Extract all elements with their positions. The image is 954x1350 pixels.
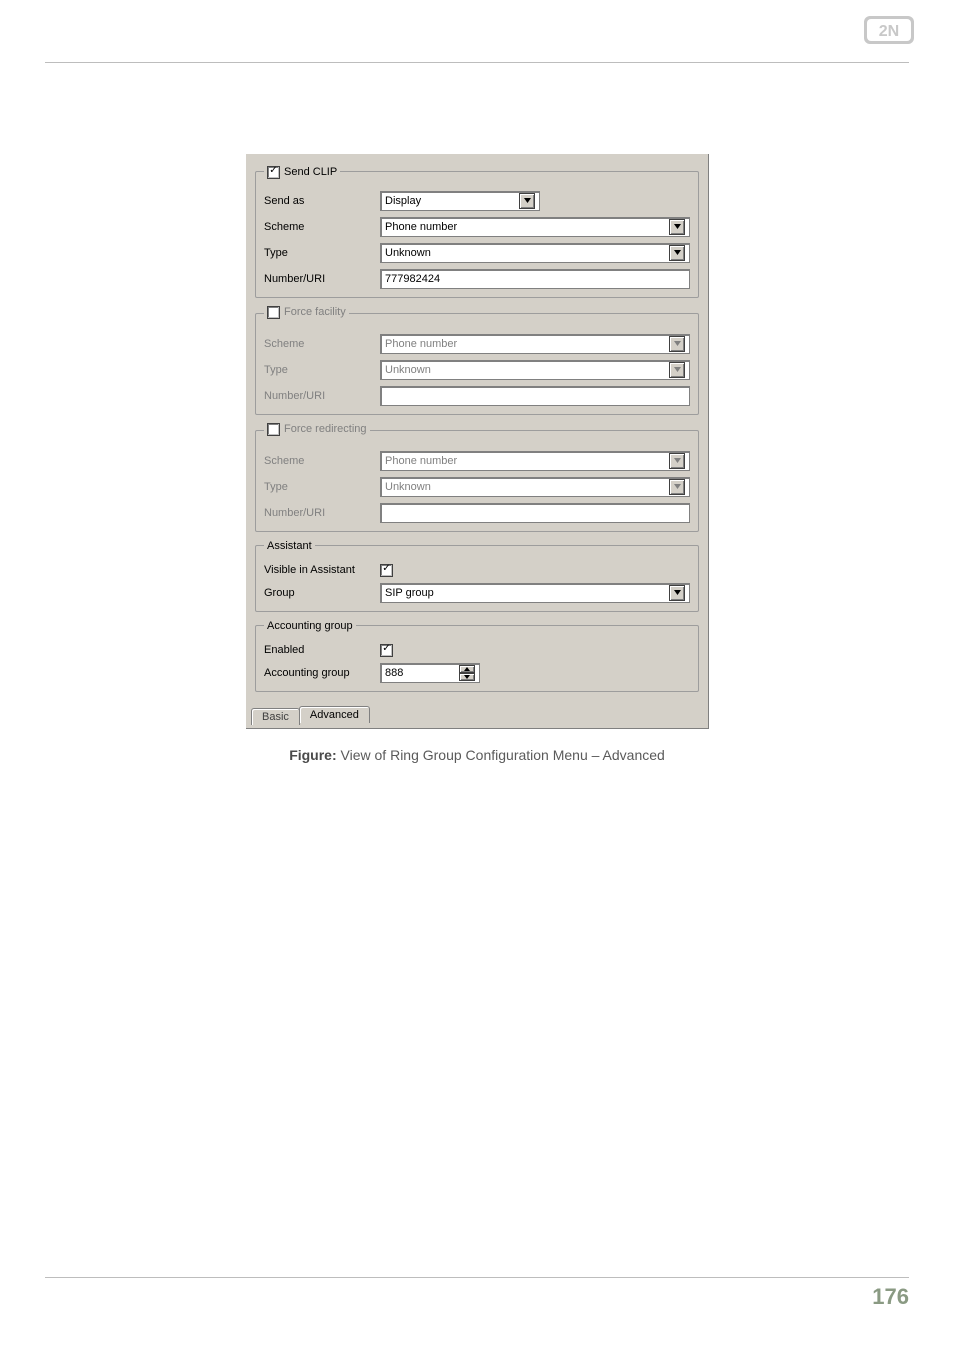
svg-text:2N: 2N	[879, 23, 899, 40]
ff-type-value: Unknown	[385, 364, 431, 376]
dropdown-button-icon	[669, 479, 685, 495]
force-redirecting-group: Force redirecting Scheme Phone number Ty…	[255, 423, 699, 532]
force-redirecting-legend: Force redirecting	[284, 423, 367, 435]
fr-scheme-dropdown: Phone number	[380, 451, 690, 471]
ff-scheme-value: Phone number	[385, 338, 457, 350]
scheme-value: Phone number	[385, 221, 457, 233]
type-value: Unknown	[385, 247, 431, 259]
accounting-group-value: 888	[385, 667, 403, 679]
ff-scheme-dropdown: Phone number	[380, 334, 690, 354]
ff-number-input	[380, 386, 690, 406]
type-dropdown[interactable]: Unknown	[380, 243, 690, 263]
send-clip-legend: Send CLIP	[284, 166, 337, 178]
dropdown-button-icon	[669, 453, 685, 469]
accounting-group-spinner[interactable]: 888	[380, 663, 480, 683]
accounting-enabled-checkbox[interactable]	[380, 644, 393, 657]
ff-scheme-label: Scheme	[264, 338, 380, 350]
ff-type-dropdown: Unknown	[380, 360, 690, 380]
send-as-dropdown[interactable]: Display	[380, 191, 540, 211]
number-uri-label: Number/URI	[264, 273, 380, 285]
assistant-group-value: SIP group	[385, 587, 434, 599]
type-label: Type	[264, 247, 380, 259]
page-footer: 176	[45, 1277, 909, 1310]
visible-in-assistant-checkbox[interactable]	[380, 564, 393, 577]
force-redirecting-checkbox[interactable]	[267, 423, 280, 436]
accounting-legend: Accounting group	[264, 620, 356, 632]
dropdown-button-icon	[669, 362, 685, 378]
fr-number-label: Number/URI	[264, 507, 380, 519]
spinner-up-icon[interactable]	[459, 665, 475, 673]
assistant-legend: Assistant	[264, 540, 315, 552]
accounting-group-label: Accounting group	[264, 667, 380, 679]
visible-in-assistant-label: Visible in Assistant	[264, 564, 380, 576]
fr-scheme-value: Phone number	[385, 455, 457, 467]
force-facility-legend: Force facility	[284, 306, 346, 318]
send-as-label: Send as	[264, 195, 380, 207]
fr-type-label: Type	[264, 481, 380, 493]
accounting-enabled-label: Enabled	[264, 644, 380, 656]
ff-number-label: Number/URI	[264, 390, 380, 402]
fr-type-value: Unknown	[385, 481, 431, 493]
document-page: 2N Send CLIP Send as Display	[0, 0, 954, 1350]
send-clip-group: Send CLIP Send as Display Scheme Phone n…	[255, 165, 699, 298]
footer-divider	[45, 1277, 909, 1278]
number-uri-value: 777982424	[385, 273, 440, 285]
brand-logo-2n: 2N	[864, 16, 914, 44]
dropdown-button-icon	[669, 336, 685, 352]
config-dialog-screenshot: Send CLIP Send as Display Scheme Phone n…	[245, 153, 709, 729]
tab-basic[interactable]: Basic	[251, 708, 300, 725]
fr-type-dropdown: Unknown	[380, 477, 690, 497]
page-number: 176	[45, 1284, 909, 1310]
send-clip-checkbox[interactable]	[267, 166, 280, 179]
assistant-group-dropdown[interactable]: SIP group	[380, 583, 690, 603]
force-facility-group: Force facility Scheme Phone number Type …	[255, 306, 699, 415]
send-as-value: Display	[385, 195, 421, 207]
scheme-label: Scheme	[264, 221, 380, 233]
dropdown-button-icon[interactable]	[669, 245, 685, 261]
assistant-group-label: Group	[264, 587, 380, 599]
figure-caption-label: Figure:	[289, 747, 336, 763]
dropdown-button-icon[interactable]	[519, 193, 535, 209]
spinner-down-icon[interactable]	[459, 673, 475, 681]
fr-number-input	[380, 503, 690, 523]
fr-scheme-label: Scheme	[264, 455, 380, 467]
header-divider	[45, 62, 909, 63]
assistant-group: Assistant Visible in Assistant Group SIP…	[255, 540, 699, 612]
spinner-buttons[interactable]	[459, 665, 475, 681]
dropdown-button-icon[interactable]	[669, 585, 685, 601]
force-facility-checkbox[interactable]	[267, 306, 280, 319]
tab-bar: Basic Advanced	[251, 706, 709, 723]
accounting-group: Accounting group Enabled Accounting grou…	[255, 620, 699, 692]
tab-advanced[interactable]: Advanced	[299, 706, 370, 723]
number-uri-input[interactable]: 777982424	[380, 269, 690, 289]
scheme-dropdown[interactable]: Phone number	[380, 217, 690, 237]
ff-type-label: Type	[264, 364, 380, 376]
dropdown-button-icon[interactable]	[669, 219, 685, 235]
figure-caption-text: View of Ring Group Configuration Menu – …	[337, 747, 665, 763]
figure-caption: Figure: View of Ring Group Configuration…	[45, 747, 909, 763]
